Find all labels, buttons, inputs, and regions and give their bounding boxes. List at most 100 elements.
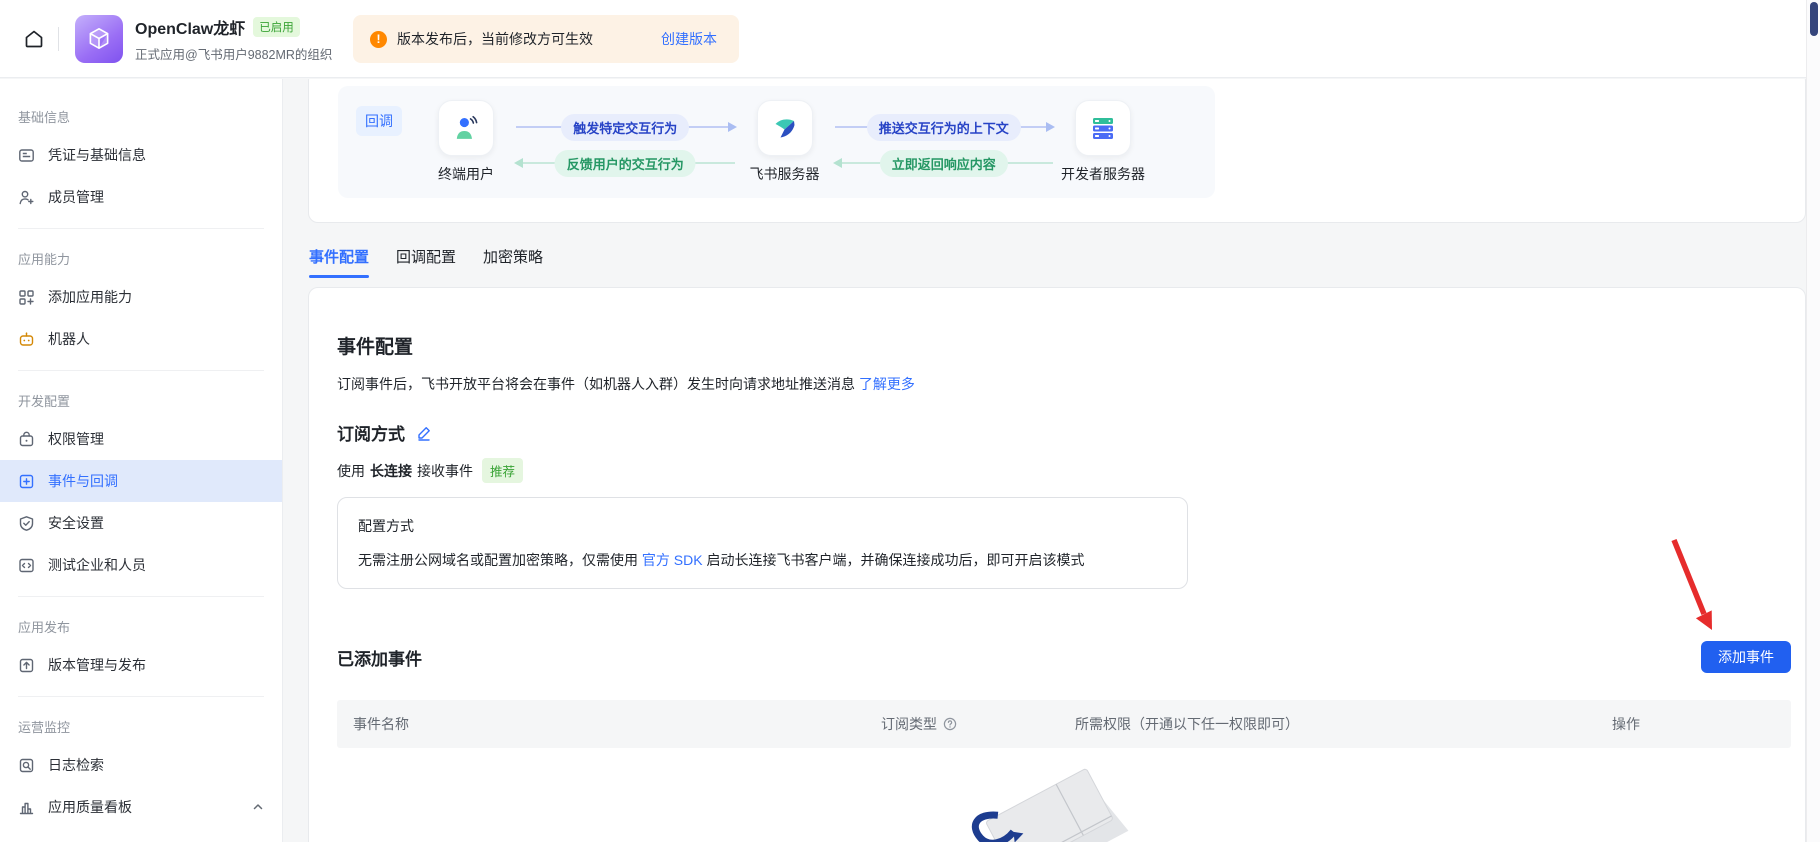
column-event-name: 事件名称 [353, 716, 409, 732]
create-version-link[interactable]: 创建版本 [661, 29, 717, 49]
sidebar: 基础信息 凭证与基础信息 成员管理 应用能力 添加应用能力 机器人 开发配置 权… [0, 79, 283, 842]
tab-event-config[interactable]: 事件配置 [309, 246, 370, 278]
home-icon [25, 30, 43, 47]
callback-diagram-card: 回调 终端用户 触发特定交互行为 反馈用户的交互行为 飞书服务器 推送交互行为的… [308, 79, 1806, 223]
config-method-title: 配置方式 [358, 518, 414, 534]
flow-user-feishu: 触发特定交互行为 反馈用户的交互行为 [512, 100, 739, 184]
code-icon [18, 557, 35, 574]
feishu-logo-icon [756, 100, 813, 156]
flow-label-feedback: 反馈用户的交互行为 [554, 150, 696, 177]
event-config-card: 事件配置 订阅事件后，飞书开放平台将会在事件（如机器人入群）发生时向请求地址推送… [308, 287, 1806, 842]
tab-callback-config[interactable]: 回调配置 [396, 246, 456, 278]
app-logo-icon [75, 14, 123, 63]
sidebar-item-events-callbacks[interactable]: 事件与回调 [0, 460, 282, 502]
column-subscription-type: 订阅类型 [881, 714, 1075, 734]
page-scrollbar[interactable] [1806, 0, 1820, 842]
sidebar-item-label: 权限管理 [48, 431, 104, 447]
header-divider [58, 26, 59, 51]
empty-state [337, 758, 1791, 842]
sidebar-item-members[interactable]: 成员管理 [0, 176, 282, 218]
usage-mode: 长连接 [370, 462, 412, 479]
bar-chart-icon [18, 799, 35, 816]
node-developer-server: 开发者服务器 [1057, 100, 1149, 184]
column-actions: 操作 [1612, 716, 1640, 732]
main-content: 回调 终端用户 触发特定交互行为 反馈用户的交互行为 飞书服务器 推送交互行为的… [284, 79, 1806, 842]
sidebar-item-label: 安全设置 [48, 515, 104, 531]
sidebar-group-capabilities: 应用能力 [18, 252, 71, 267]
version-warning-banner: ! 版本发布后，当前修改方可生效 创建版本 [353, 15, 739, 63]
sidebar-group-dev-config: 开发配置 [18, 394, 71, 409]
usage-suffix: 接收事件 [417, 462, 473, 479]
app-title: OpenClaw龙虾 [135, 20, 246, 38]
flow-feishu-developer: 推送交互行为的上下文 立即返回响应内容 [831, 100, 1058, 184]
tab-encryption-policy[interactable]: 加密策略 [483, 246, 543, 278]
permission-lock-icon [18, 431, 35, 448]
node-end-user: 终端用户 [420, 100, 512, 184]
subscribe-mode-heading: 订阅方式 [337, 420, 1791, 445]
sidebar-item-label: 机器人 [48, 331, 90, 347]
upload-box-icon [18, 657, 35, 674]
sidebar-item-version-release[interactable]: 版本管理与发布 [0, 644, 282, 686]
sidebar-item-credentials[interactable]: 凭证与基础信息 [0, 134, 282, 176]
add-event-button[interactable]: 添加事件 [1701, 641, 1791, 673]
event-callback-icon [18, 473, 35, 490]
flow-label-respond: 立即返回响应内容 [879, 150, 1008, 177]
subscription-type-label: 订阅类型 [881, 716, 937, 732]
flow-label-trigger: 触发特定交互行为 [561, 114, 690, 141]
home-button[interactable] [16, 21, 52, 57]
scrollbar-thumb[interactable] [1810, 2, 1818, 36]
column-required-permissions: 所需权限（开通以下任一权限即可） [1075, 716, 1299, 732]
member-add-icon [18, 189, 35, 206]
sidebar-divider [18, 696, 264, 697]
sidebar-item-quality-dashboard[interactable]: 应用质量看板 [0, 786, 282, 828]
sidebar-item-security[interactable]: 安全设置 [0, 502, 282, 544]
sidebar-item-label: 凭证与基础信息 [48, 147, 146, 163]
grid-plus-icon [18, 289, 35, 306]
sidebar-divider [18, 228, 264, 229]
description-text: 订阅事件后，飞书开放平台将会在事件（如机器人入群）发生时向请求地址推送消息 [337, 376, 859, 392]
learn-more-link[interactable]: 了解更多 [859, 376, 915, 392]
sidebar-item-label: 事件与回调 [48, 473, 118, 489]
sidebar-item-log-search[interactable]: 日志检索 [0, 744, 282, 786]
sidebar-divider [18, 596, 264, 597]
flow-label-push: 推送交互行为的上下文 [866, 114, 1021, 141]
sidebar-item-test-org[interactable]: 测试企业和人员 [0, 544, 282, 586]
sidebar-item-label: 测试企业和人员 [48, 557, 146, 573]
subscribe-mode-title: 订阅方式 [337, 425, 405, 444]
config-method-description: 无需注册公网域名或配置加密策略，仅需使用 官方 SDK 启动长连接飞书客户端，并… [358, 550, 1167, 570]
sidebar-item-label: 版本管理与发布 [48, 657, 146, 673]
app-header: OpenClaw龙虾 已启用 正式应用@飞书用户9882MR的组织 ! 版本发布… [0, 0, 1820, 78]
sidebar-item-bot[interactable]: 机器人 [0, 318, 282, 360]
sidebar-item-label: 日志检索 [48, 757, 104, 773]
app-identity: OpenClaw龙虾 已启用 正式应用@飞书用户9882MR的组织 [75, 14, 333, 63]
sidebar-item-label: 成员管理 [48, 189, 104, 205]
sidebar-group-basic-info: 基础信息 [18, 110, 71, 125]
edit-pencil-icon[interactable] [416, 425, 432, 441]
log-search-icon [18, 757, 35, 774]
server-icon [1075, 100, 1131, 156]
node-feishu-server: 飞书服务器 [739, 100, 831, 184]
id-card-icon [18, 147, 35, 164]
app-subtitle: 正式应用@飞书用户9882MR的组织 [135, 47, 333, 62]
sidebar-item-add-capability[interactable]: 添加应用能力 [0, 276, 282, 318]
shield-check-icon [18, 515, 35, 532]
added-events-title: 已添加事件 [337, 649, 422, 669]
event-config-description: 订阅事件后，飞书开放平台将会在事件（如机器人入群）发生时向请求地址推送消息 了解… [337, 374, 1791, 394]
node-label: 飞书服务器 [749, 166, 820, 182]
chevron-up-icon[interactable] [252, 801, 264, 813]
sidebar-divider [18, 370, 264, 371]
official-sdk-link[interactable]: 官方 SDK [642, 552, 703, 568]
node-label: 开发者服务器 [1061, 166, 1145, 182]
subscribe-mode-value: 使用 长连接 接收事件 推荐 [337, 458, 1791, 483]
config-tabs: 事件配置 回调配置 加密策略 [309, 246, 1806, 278]
sidebar-group-release: 应用发布 [18, 620, 71, 635]
help-circle-icon[interactable] [943, 717, 957, 731]
recommended-badge: 推荐 [482, 458, 524, 483]
node-label: 终端用户 [438, 166, 494, 182]
end-user-icon [438, 100, 494, 156]
sidebar-item-label: 添加应用能力 [48, 289, 132, 305]
sidebar-item-permissions[interactable]: 权限管理 [0, 418, 282, 460]
warning-icon: ! [370, 30, 387, 48]
config-method-box: 配置方式 无需注册公网域名或配置加密策略，仅需使用 官方 SDK 启动长连接飞书… [337, 497, 1188, 589]
sidebar-group-monitoring: 运营监控 [18, 720, 71, 735]
